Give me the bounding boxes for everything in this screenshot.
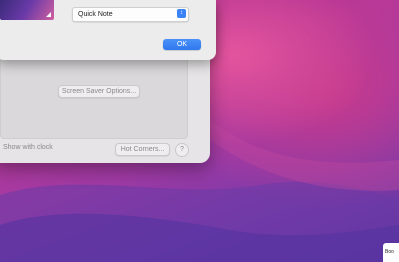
updown-chevron-icon: ↕: [177, 9, 186, 18]
screen-saver-preview-area: Screen Saver Options...: [0, 60, 188, 139]
hot-corners-button[interactable]: Hot Corners...: [115, 143, 170, 156]
desktop-corner-tag[interactable]: Boo: [383, 243, 399, 262]
corner-indicator-icon: [46, 12, 51, 17]
screen-saver-options-button[interactable]: Screen Saver Options...: [58, 85, 140, 98]
show-with-clock-label: Show with clock: [3, 144, 53, 151]
wallpaper-thumbnail[interactable]: [0, 0, 54, 20]
screen-saver-sheet: Quick Note ↕ OK: [0, 0, 216, 60]
help-button[interactable]: ?: [175, 143, 189, 157]
action-select[interactable]: Quick Note ↕: [72, 7, 189, 22]
action-select-value: Quick Note: [78, 11, 113, 18]
ok-button[interactable]: OK: [163, 39, 201, 50]
